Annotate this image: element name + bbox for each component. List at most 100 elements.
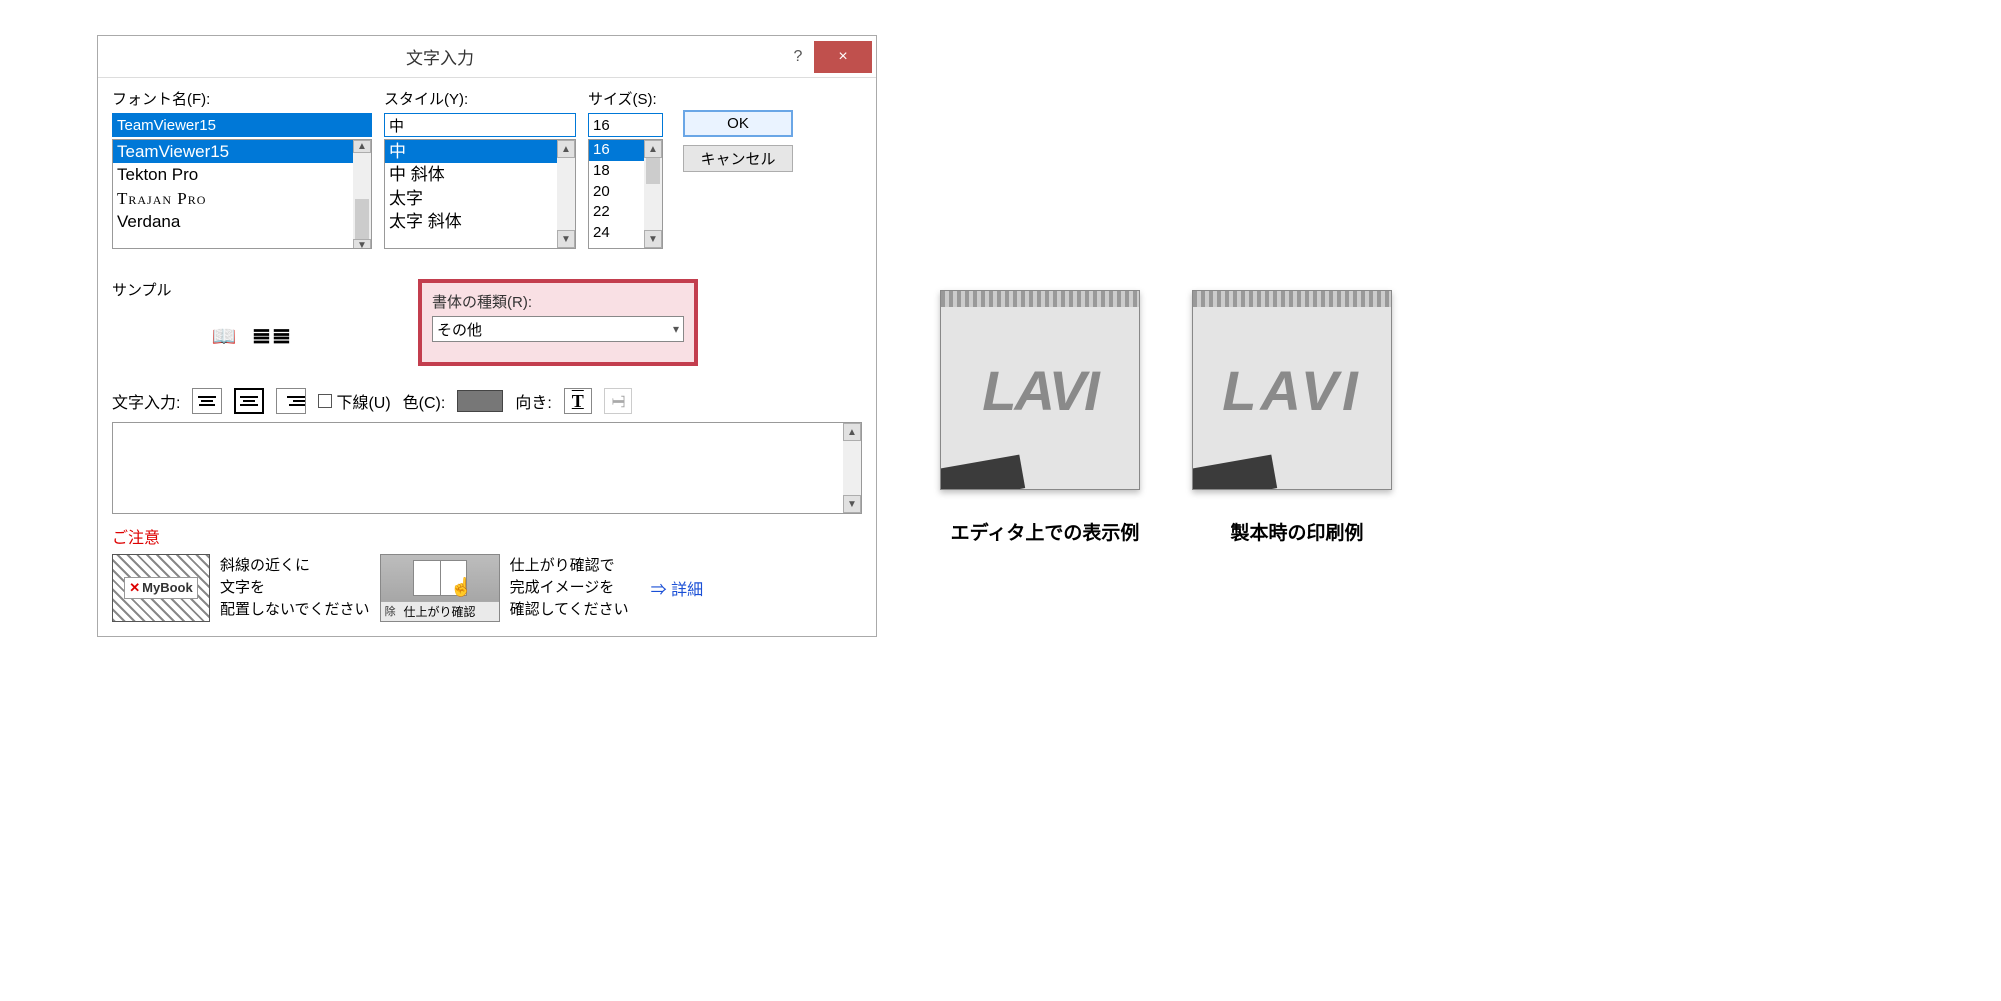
titlebar: 文字入力 ? × [98, 36, 876, 78]
chevron-down-icon: ▾ [673, 322, 679, 336]
script-label: 書体の種類(R): [432, 291, 684, 312]
style-option[interactable]: 太字 [385, 187, 557, 210]
underline-checkbox[interactable]: 下線(U) [318, 389, 390, 413]
font-option[interactable]: TeamViewer15 [113, 140, 353, 163]
delete-label: 除 [383, 603, 398, 619]
scroll-up-icon[interactable]: ▲ [353, 140, 371, 153]
size-option[interactable]: 18 [589, 161, 644, 182]
dialog-buttons: OK キャンセル [683, 88, 793, 249]
sample-glyph-icon: 📖 𝌆𝌆 [212, 324, 293, 349]
scroll-down-icon[interactable]: ▼ [843, 495, 861, 513]
sample-label: サンプル [112, 279, 392, 300]
style-input[interactable] [384, 113, 576, 137]
sample-script-row: サンプル 📖 𝌆𝌆 書体の種類(R): その他 ▾ [112, 279, 862, 366]
scroll-down-icon[interactable]: ▼ [353, 239, 371, 249]
script-type-group: 書体の種類(R): その他 ▾ [418, 279, 698, 366]
color-swatch-button[interactable] [457, 390, 503, 412]
sample-group: サンプル 📖 𝌆𝌆 [112, 279, 392, 366]
caution-text-1: 斜線の近くに 文字を 配置しないでください [220, 555, 370, 620]
style-listbox[interactable]: 中 中 斜体 太字 太字 斜体 ▲ ▼ [384, 139, 576, 249]
text-format-row: 文字入力: 下線(U) 色(C): 向き: T T [112, 388, 862, 414]
underline-label: 下線(U) [336, 389, 390, 413]
size-label: サイズ(S): [588, 88, 663, 109]
caution-row: ✕MyBook 斜線の近くに 文字を 配置しないでください ☝ 仕上がり確認 除 [112, 554, 862, 622]
orientation-label: 向き: [515, 389, 551, 413]
size-scrollbar[interactable]: ▲ ▼ [644, 140, 662, 248]
help-button[interactable]: ? [782, 48, 814, 66]
editor-preview-text: LAVI [982, 358, 1097, 423]
font-option[interactable]: Trajan Pro [113, 187, 353, 210]
script-select[interactable]: その他 ▾ [432, 316, 684, 342]
style-option[interactable]: 中 [385, 140, 557, 163]
text-input-dialog: 文字入力 ? × フォント名(F): TeamViewer15 Tekton P… [97, 35, 877, 637]
style-scrollbar[interactable]: ▲ ▼ [557, 140, 575, 248]
scroll-thumb[interactable] [355, 199, 369, 239]
size-option[interactable]: 16 [589, 140, 644, 161]
scroll-down-icon[interactable]: ▼ [644, 230, 662, 248]
text-input-area[interactable]: ▲ ▼ [112, 422, 862, 514]
editor-preview-column: LAVI エディタ上での表示例 [940, 290, 1150, 545]
textinput-label: 文字入力: [112, 389, 180, 413]
size-option[interactable]: 20 [589, 182, 644, 203]
style-label: スタイル(Y): [384, 88, 576, 109]
align-right-button[interactable] [276, 388, 306, 414]
caution-title: ご注意 [112, 524, 862, 548]
scroll-up-icon[interactable]: ▲ [644, 140, 662, 158]
script-value: その他 [437, 319, 482, 340]
editor-preview-image: LAVI [940, 290, 1140, 490]
style-column: スタイル(Y): 中 中 斜体 太字 太字 斜体 ▲ ▼ [384, 88, 576, 249]
size-option[interactable]: 22 [589, 202, 644, 223]
size-column: サイズ(S): 16 18 20 22 24 26 28 ▲ [588, 88, 663, 249]
align-left-button[interactable] [192, 388, 222, 414]
size-option[interactable]: 24 [589, 223, 644, 244]
ok-button[interactable]: OK [683, 110, 793, 137]
size-listbox[interactable]: 16 18 20 22 24 26 28 ▲ ▼ [588, 139, 663, 249]
orientation-horizontal-button[interactable]: T [564, 388, 592, 414]
font-column: フォント名(F): TeamViewer15 Tekton Pro Trajan… [112, 88, 372, 249]
comparison-panel: LAVI エディタ上での表示例 LAVI 製本時の印刷例 [940, 290, 1402, 545]
caution-text-2: 仕上がり確認で 完成イメージを 確認してください [510, 555, 629, 620]
print-preview-text: LAVI [1222, 358, 1361, 423]
dialog-title: 文字入力 [98, 44, 782, 69]
caution-section: ご注意 ✕MyBook 斜線の近くに 文字を 配置しないでください ☝ [112, 524, 862, 622]
editor-preview-caption: エディタ上での表示例 [940, 518, 1150, 545]
size-option[interactable]: 26 [589, 244, 644, 248]
mybook-badge: ✕MyBook [124, 577, 197, 599]
align-center-button[interactable] [234, 388, 264, 414]
dialog-body: フォント名(F): TeamViewer15 Tekton Pro Trajan… [98, 78, 876, 636]
scroll-down-icon[interactable]: ▼ [557, 230, 575, 248]
textarea-scrollbar[interactable]: ▲ ▼ [843, 423, 861, 513]
orientation-vertical-button[interactable]: T [604, 388, 632, 414]
font-style-size-row: フォント名(F): TeamViewer15 Tekton Pro Trajan… [112, 88, 862, 249]
wedge-decoration [1192, 455, 1277, 490]
color-label: 色(C): [403, 389, 446, 413]
font-listbox[interactable]: TeamViewer15 Tekton Pro Trajan Pro Verda… [112, 139, 372, 249]
close-icon: × [838, 48, 847, 66]
wedge-decoration [940, 455, 1025, 490]
cancel-button[interactable]: キャンセル [683, 145, 793, 172]
print-preview-caption: 製本時の印刷例 [1192, 518, 1402, 545]
font-name-input[interactable] [112, 113, 372, 137]
print-preview-image: LAVI [1192, 290, 1392, 490]
caution-thumb-hatch: ✕MyBook [112, 554, 210, 622]
scroll-up-icon[interactable]: ▲ [843, 423, 861, 441]
print-preview-column: LAVI 製本時の印刷例 [1192, 290, 1402, 545]
preview-button-label: 仕上がり確認 [381, 601, 499, 621]
scroll-up-icon[interactable]: ▲ [557, 140, 575, 158]
scroll-thumb[interactable] [646, 158, 660, 184]
checkbox-icon [318, 394, 332, 408]
font-scrollbar[interactable]: ▲ ▼ [353, 140, 371, 248]
size-input[interactable] [588, 113, 663, 137]
stripe-decoration [941, 291, 1139, 307]
x-icon: ✕ [129, 580, 140, 595]
font-option[interactable]: Tekton Pro [113, 163, 353, 186]
font-option[interactable]: Verdana [113, 210, 353, 233]
stripe-decoration [1193, 291, 1391, 307]
close-button[interactable]: × [814, 41, 872, 73]
style-option[interactable]: 太字 斜体 [385, 210, 557, 233]
font-label: フォント名(F): [112, 88, 372, 109]
details-link[interactable]: ⇒ 詳細 [651, 576, 703, 600]
caution-thumb-preview: ☝ 仕上がり確認 除 [380, 554, 500, 622]
style-option[interactable]: 中 斜体 [385, 163, 557, 186]
cursor-icon: ☝ [450, 577, 472, 598]
